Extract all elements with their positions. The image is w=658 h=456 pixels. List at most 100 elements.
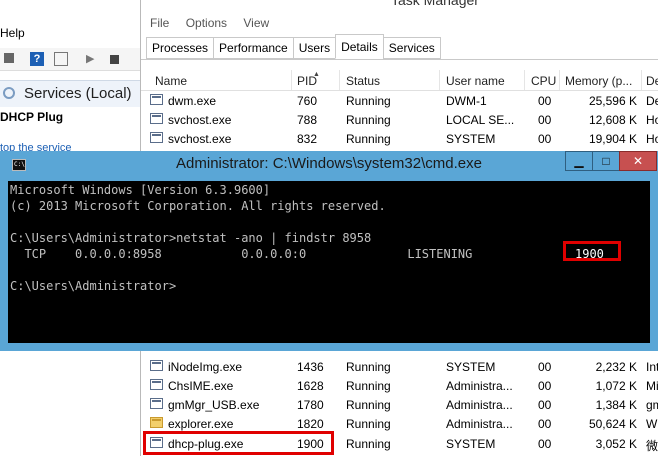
console-line: (c) 2013 Microsoft Corporation. All righ…	[10, 199, 386, 213]
tab-performance[interactable]: Performance	[213, 37, 294, 59]
services-toolbar: ? ▶	[0, 48, 140, 71]
console-prompt: C:\Users\Administrator>	[10, 279, 177, 293]
column-divider[interactable]	[339, 70, 340, 90]
tab-services[interactable]: Services	[382, 37, 441, 59]
process-cpu: 00	[538, 360, 552, 374]
process-memory: 19,904 K	[588, 132, 637, 146]
process-description: Wi	[646, 417, 658, 431]
process-user: SYSTEM	[446, 437, 496, 451]
process-pid: 1780	[297, 398, 324, 412]
task-manager-menu: File Options View	[150, 16, 282, 30]
console-line: Microsoft Windows [Version 6.3.9600]	[10, 183, 271, 197]
process-memory: 1,072 K	[595, 379, 637, 393]
column-divider[interactable]	[524, 70, 525, 90]
column-divider[interactable]	[559, 70, 560, 90]
process-name: iNodeImg.exe	[168, 360, 243, 374]
process-description: Ho	[646, 113, 658, 127]
process-name: svchost.exe	[168, 113, 232, 127]
help-icon[interactable]: ?	[30, 52, 44, 66]
window-icon	[150, 132, 163, 143]
column-header-memory[interactable]: Memory (p...	[565, 74, 632, 88]
process-cpu: 00	[538, 132, 552, 146]
list-icon[interactable]	[4, 53, 14, 63]
process-user: Administra...	[446, 379, 513, 393]
table-row[interactable]: iNodeImg.exe 1436 Running SYSTEM 00 2,23…	[141, 357, 658, 376]
console-line: C:\Users\Administrator>netstat -ano | fi…	[10, 231, 372, 245]
menu-file[interactable]: File	[150, 16, 169, 30]
console-line: TCP 0.0.0.0:8958 0.0.0.0:0 LISTENING	[10, 247, 473, 261]
close-button[interactable]: ✕	[619, 151, 657, 171]
process-pid: 832	[297, 132, 318, 146]
stop-icon[interactable]	[110, 55, 119, 64]
menu-options[interactable]: Options	[186, 16, 227, 30]
process-pid: 1820	[297, 417, 324, 431]
tab-divider	[141, 59, 658, 60]
cmd-title: Administrator: C:\Windows\system32\cmd.e…	[176, 155, 482, 172]
process-name: gmMgr_USB.exe	[168, 398, 260, 412]
process-status: Running	[346, 360, 391, 374]
process-memory: 1,384 K	[595, 398, 637, 412]
process-status: Running	[346, 94, 391, 108]
sort-arrow-icon: ▲	[313, 71, 320, 78]
process-memory: 50,624 K	[588, 417, 637, 431]
minimize-button[interactable]: ▁	[565, 151, 593, 171]
process-description: Mi	[646, 379, 658, 393]
console-output[interactable]: Microsoft Windows [Version 6.3.9600] (c)…	[8, 181, 650, 343]
process-memory: 25,596 K	[588, 94, 637, 108]
column-header-user[interactable]: User name	[446, 74, 505, 88]
process-description: gm	[646, 398, 658, 412]
process-name: ChsIME.exe	[168, 379, 234, 393]
column-divider[interactable]	[439, 70, 440, 90]
process-status: Running	[346, 113, 391, 127]
process-name: dwm.exe	[168, 94, 217, 108]
window-icon	[150, 360, 163, 371]
process-user: Administra...	[446, 398, 513, 412]
process-user: SYSTEM	[446, 360, 496, 374]
table-row[interactable]: svchost.exe 788 Running LOCAL SE... 00 1…	[141, 110, 658, 129]
cmd-window: Administrator: C:\Windows\system32\cmd.e…	[0, 151, 658, 351]
process-description: 微	[646, 439, 658, 453]
details-header: Name PID ▲ Status User name CPU Memory (…	[141, 70, 658, 91]
column-header-description[interactable]: De	[646, 74, 658, 88]
process-status: Running	[346, 398, 391, 412]
tab-users[interactable]: Users	[292, 37, 337, 59]
process-status: Running	[346, 417, 391, 431]
folder-icon	[150, 417, 163, 428]
process-pid: 760	[297, 94, 318, 108]
tab-processes[interactable]: Processes	[146, 37, 215, 59]
pid-highlight	[563, 241, 621, 261]
process-status: Running	[346, 437, 391, 451]
process-name: explorer.exe	[168, 417, 234, 431]
services-menu-help[interactable]: Help	[0, 26, 25, 40]
process-memory: 3,052 K	[595, 437, 637, 451]
process-pid: 1628	[297, 379, 324, 393]
task-manager-title: Task Manager	[391, 0, 479, 8]
process-user: DWM-1	[446, 94, 487, 108]
process-cpu: 00	[538, 398, 552, 412]
menu-view[interactable]: View	[243, 16, 269, 30]
process-memory: 12,608 K	[588, 113, 637, 127]
properties-icon[interactable]	[54, 52, 68, 66]
column-divider[interactable]	[641, 70, 642, 90]
process-cpu: 00	[538, 417, 552, 431]
table-row[interactable]: ChsIME.exe 1628 Running Administra... 00…	[141, 376, 658, 395]
column-header-name[interactable]: Name	[155, 74, 187, 88]
table-row[interactable]: gmMgr_USB.exe 1780 Running Administra...…	[141, 395, 658, 414]
window-icon	[150, 113, 163, 124]
process-user: SYSTEM	[446, 132, 496, 146]
gear-icon	[3, 87, 15, 99]
window-icon	[150, 379, 163, 390]
table-row[interactable]: dwm.exe 760 Running DWM-1 00 25,596 K De	[141, 91, 658, 110]
process-status: Running	[346, 132, 391, 146]
process-pid: 788	[297, 113, 318, 127]
window-icon	[150, 398, 163, 409]
process-memory: 2,232 K	[595, 360, 637, 374]
maximize-button[interactable]: □	[592, 151, 620, 171]
process-description: De	[646, 94, 658, 108]
column-header-cpu[interactable]: CPU	[531, 74, 556, 88]
tab-details[interactable]: Details	[335, 34, 384, 59]
play-icon[interactable]: ▶	[86, 52, 100, 66]
column-header-status[interactable]: Status	[346, 74, 380, 88]
column-divider[interactable]	[291, 70, 292, 90]
table-row[interactable]: svchost.exe 832 Running SYSTEM 00 19,904…	[141, 129, 658, 148]
